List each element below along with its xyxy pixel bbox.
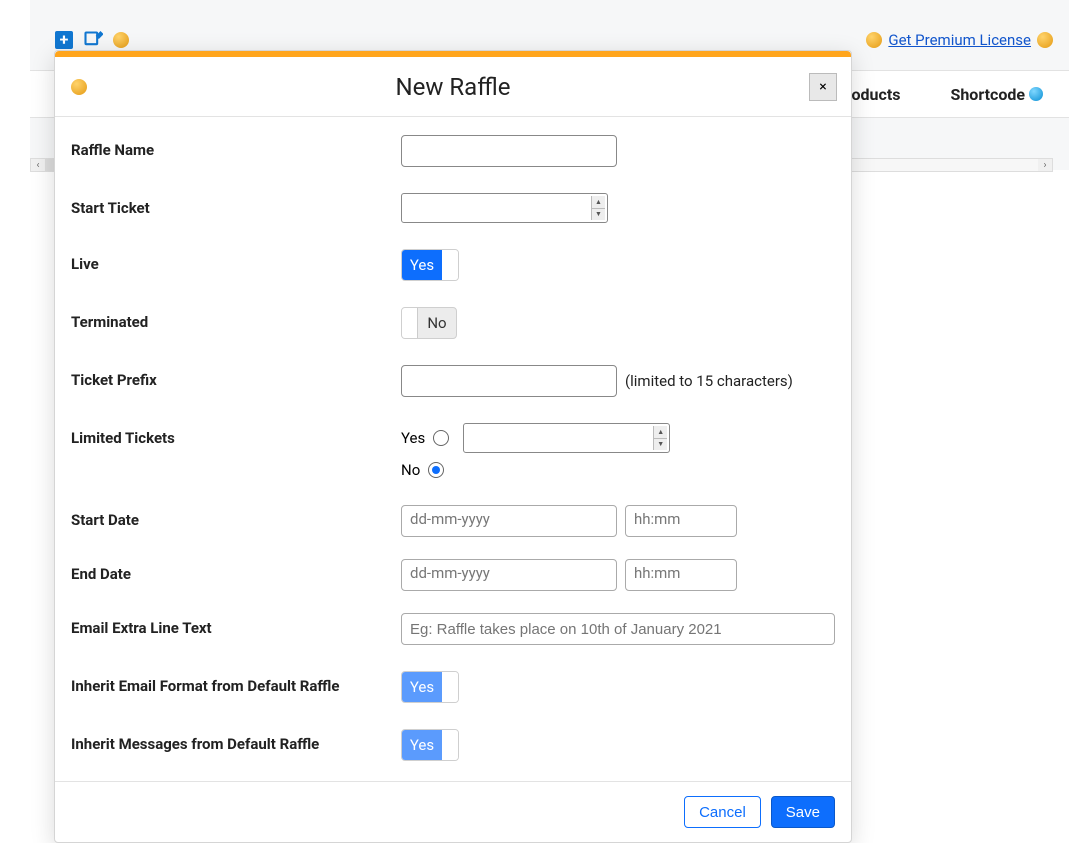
spinner-up-icon[interactable]: ▲	[592, 196, 605, 209]
limited-no-radio[interactable]	[428, 462, 444, 478]
ticket-prefix-input[interactable]	[401, 365, 617, 397]
email-extra-input[interactable]	[401, 613, 835, 645]
premium-badge-icon	[866, 32, 882, 48]
modal-body: Raffle Name Start Ticket ▲ ▼ Live Yes	[55, 117, 851, 781]
terminated-label: Terminated	[71, 307, 401, 331]
inherit-messages-toggle[interactable]: Yes	[401, 729, 459, 761]
raffle-name-label: Raffle Name	[71, 135, 401, 159]
modal-title: New Raffle	[396, 73, 511, 101]
start-date-input[interactable]: dd-mm-yyyy	[401, 505, 617, 537]
inherit-email-label: Inherit Email Format from Default Raffle	[71, 671, 401, 695]
close-button[interactable]: ×	[809, 73, 837, 101]
toggle-on-label: Yes	[402, 730, 442, 760]
raffle-name-input[interactable]	[401, 135, 617, 167]
end-time-input[interactable]: hh:mm	[625, 559, 737, 591]
end-date-input[interactable]: dd-mm-yyyy	[401, 559, 617, 591]
get-premium-link[interactable]: Get Premium License	[888, 31, 1031, 49]
tab-shortcode[interactable]: Shortcode	[936, 85, 1057, 104]
live-toggle[interactable]: Yes	[401, 249, 459, 281]
cancel-button[interactable]: Cancel	[684, 796, 761, 828]
spinner-down-icon[interactable]: ▼	[654, 439, 667, 451]
spinner-up-icon[interactable]: ▲	[654, 426, 667, 439]
add-icon[interactable]: +	[55, 31, 73, 49]
start-date-label: Start Date	[71, 505, 401, 529]
inherit-messages-label: Inherit Messages from Default Raffle	[71, 729, 401, 753]
end-date-label: End Date	[71, 559, 401, 583]
start-time-input[interactable]: hh:mm	[625, 505, 737, 537]
toggle-on-label: Yes	[402, 250, 442, 280]
ticket-prefix-hint: (limited to 15 characters)	[625, 372, 793, 390]
edit-icon[interactable]	[83, 30, 103, 50]
live-label: Live	[71, 249, 401, 273]
limited-yes-label: Yes	[401, 429, 425, 447]
terminated-toggle[interactable]: No	[401, 307, 457, 339]
premium-badge-icon	[71, 79, 87, 95]
premium-badge-icon	[1037, 32, 1053, 48]
new-raffle-modal: New Raffle × Raffle Name Start Ticket ▲ …	[54, 50, 852, 843]
premium-badge-icon	[113, 32, 129, 48]
start-ticket-label: Start Ticket	[71, 193, 401, 217]
toggle-off-label: No	[418, 308, 456, 338]
limited-tickets-input[interactable]: ▲ ▼	[463, 423, 670, 453]
save-button[interactable]: Save	[771, 796, 835, 828]
tab-shortcode-label: Shortcode	[950, 85, 1025, 104]
modal-footer: Cancel Save	[55, 781, 851, 842]
email-extra-label: Email Extra Line Text	[71, 613, 401, 637]
info-icon	[1029, 87, 1043, 101]
ticket-prefix-label: Ticket Prefix	[71, 365, 401, 389]
top-toolbar: + Get Premium License	[55, 28, 1053, 52]
toggle-on-label: Yes	[402, 672, 442, 702]
limited-tickets-label: Limited Tickets	[71, 423, 401, 447]
spinner-down-icon[interactable]: ▼	[592, 209, 605, 221]
start-ticket-input[interactable]: ▲ ▼	[401, 193, 608, 223]
toggle-handle	[442, 672, 458, 702]
modal-header: New Raffle ×	[55, 57, 851, 117]
toggle-handle	[442, 730, 458, 760]
toggle-handle	[402, 308, 418, 338]
toggle-handle	[442, 250, 458, 280]
inherit-email-toggle[interactable]: Yes	[401, 671, 459, 703]
limited-no-label: No	[401, 461, 420, 479]
scroll-right-arrow[interactable]: ›	[1038, 159, 1052, 171]
limited-yes-radio[interactable]	[433, 430, 449, 446]
scroll-left-arrow[interactable]: ‹	[31, 159, 45, 171]
